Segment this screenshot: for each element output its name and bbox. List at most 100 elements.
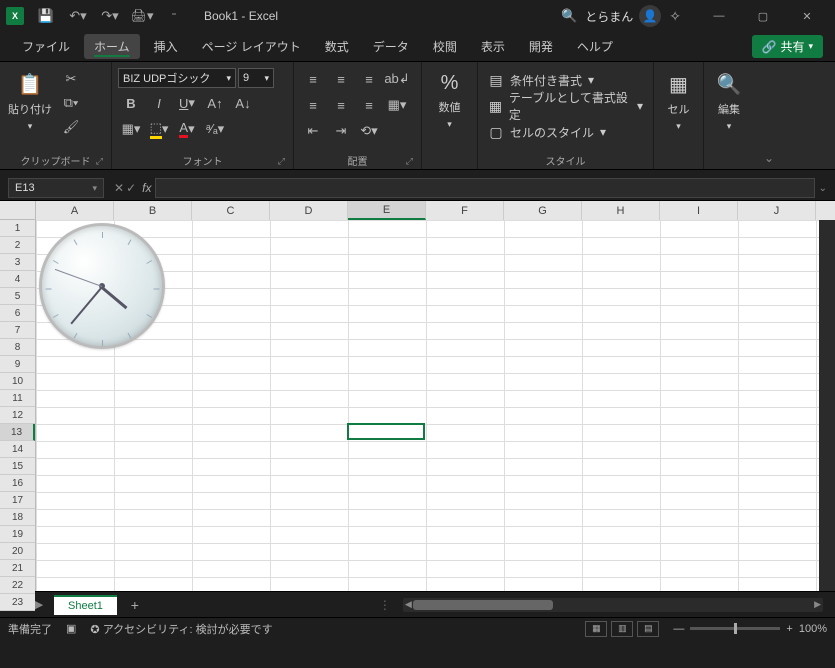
row-header[interactable]: 17 — [0, 492, 35, 509]
align-bottom-icon[interactable]: ≡ — [356, 68, 382, 90]
cancel-formula-icon[interactable]: ✕ — [114, 181, 124, 195]
tab-data[interactable]: データ — [363, 34, 419, 59]
expand-formula-icon[interactable]: ⌄ — [819, 183, 827, 194]
page-layout-view-icon[interactable]: ▥ — [611, 621, 633, 637]
col-header[interactable]: D — [270, 201, 348, 220]
horizontal-scrollbar[interactable]: ◀ ▶ — [403, 598, 823, 612]
row-header[interactable]: 11 — [0, 390, 35, 407]
increase-indent-icon[interactable]: ⇥ — [328, 120, 354, 142]
row-header[interactable]: 20 — [0, 543, 35, 560]
maximize-button[interactable]: ▢ — [741, 0, 785, 32]
tab-split-handle[interactable]: ⋮ — [379, 598, 391, 612]
format-painter-icon[interactable]: 🖌 — [58, 116, 84, 138]
row-header[interactable]: 18 — [0, 509, 35, 526]
row-header[interactable]: 7 — [0, 322, 35, 339]
row-header[interactable]: 13 — [0, 424, 35, 441]
enter-formula-icon[interactable]: ✓ — [126, 181, 136, 195]
sheet-tab[interactable]: Sheet1 — [54, 595, 117, 615]
underline-button[interactable]: U▾ — [174, 92, 200, 114]
zoom-slider[interactable] — [690, 627, 780, 630]
tab-help[interactable]: ヘルプ — [567, 34, 623, 59]
fx-icon[interactable]: fx — [142, 181, 151, 195]
merge-center-icon[interactable]: ▦▾ — [384, 94, 410, 116]
cell-styles-button[interactable]: ▢セルのスタイル ▾ — [484, 120, 610, 144]
format-as-table-button[interactable]: ▦テーブルとして書式設定 ▾ — [484, 94, 647, 118]
account-user[interactable]: とらまん 👤 — [585, 5, 661, 27]
row-header[interactable]: 9 — [0, 356, 35, 373]
col-header[interactable]: J — [738, 201, 816, 220]
copy-icon[interactable]: ⧉▾ — [58, 92, 84, 114]
tab-view[interactable]: 表示 — [471, 34, 515, 59]
dialog-launcher-icon[interactable]: ⤢ — [96, 156, 103, 167]
align-left-icon[interactable]: ≡ — [300, 94, 326, 116]
dialog-launcher-icon[interactable]: ⤢ — [406, 156, 413, 167]
decrease-indent-icon[interactable]: ⇤ — [300, 120, 326, 142]
row-header[interactable]: 6 — [0, 305, 35, 322]
new-sheet-button[interactable]: + — [123, 597, 147, 613]
col-header[interactable]: G — [504, 201, 582, 220]
row-header[interactable]: 10 — [0, 373, 35, 390]
wrap-text-icon[interactable]: ab↲ — [384, 68, 410, 90]
zoom-in-button[interactable]: + — [786, 623, 792, 635]
editing-button[interactable]: 🔍 編集 ▾ — [710, 68, 748, 136]
tab-home[interactable]: ホーム — [84, 34, 140, 59]
row-header[interactable]: 19 — [0, 526, 35, 543]
page-break-view-icon[interactable]: ▤ — [637, 621, 659, 637]
qat-more-icon[interactable]: ⁼ — [160, 2, 188, 30]
row-header[interactable]: 8 — [0, 339, 35, 356]
accessibility-status[interactable]: ✪ アクセシビリティ: 検討が必要です — [90, 621, 272, 637]
row-header[interactable]: 14 — [0, 441, 35, 458]
col-header[interactable]: H — [582, 201, 660, 220]
tab-page-layout[interactable]: ページ レイアウト — [192, 34, 311, 59]
row-header[interactable]: 22 — [0, 577, 35, 594]
col-header[interactable]: A — [36, 201, 114, 220]
minimize-button[interactable]: — — [697, 0, 741, 32]
row-header[interactable]: 23 — [0, 594, 35, 611]
align-top-icon[interactable]: ≡ — [300, 68, 326, 90]
undo-icon[interactable]: ↶▾ — [64, 2, 92, 30]
row-header[interactable]: 5 — [0, 288, 35, 305]
tab-insert[interactable]: 挿入 — [144, 34, 188, 59]
paste-button[interactable]: 📋 貼り付け ▾ — [6, 68, 54, 136]
tab-developer[interactable]: 開発 — [519, 34, 563, 59]
row-header[interactable]: 3 — [0, 254, 35, 271]
close-button[interactable]: ✕ — [785, 0, 829, 32]
formula-bar[interactable] — [155, 178, 814, 198]
vertical-scrollbar[interactable] — [819, 220, 835, 591]
tab-review[interactable]: 校閲 — [423, 34, 467, 59]
cells-button[interactable]: ▦ セル ▾ — [660, 68, 697, 136]
macro-record-icon[interactable]: ▣ — [66, 622, 76, 635]
zoom-out-button[interactable]: — — [673, 623, 684, 635]
align-center-icon[interactable]: ≡ — [328, 94, 354, 116]
phonetic-icon[interactable]: ᵃ⁄ₐ▾ — [202, 118, 228, 140]
font-name-combo[interactable]: BIZ UDPゴシック▾ — [118, 68, 236, 88]
align-middle-icon[interactable]: ≡ — [328, 68, 354, 90]
select-all-corner[interactable] — [0, 201, 36, 220]
borders-icon[interactable]: ▦▾ — [118, 118, 144, 140]
cut-icon[interactable]: ✂ — [58, 68, 84, 90]
clock-activex-control[interactable] — [39, 223, 165, 349]
zoom-level[interactable]: 100% — [799, 623, 827, 635]
row-header[interactable]: 16 — [0, 475, 35, 492]
align-right-icon[interactable]: ≡ — [356, 94, 382, 116]
row-header[interactable]: 4 — [0, 271, 35, 288]
font-color-icon[interactable]: A▾ — [174, 118, 200, 140]
row-header[interactable]: 1 — [0, 220, 35, 237]
name-box[interactable]: E13▾ — [8, 178, 104, 198]
increase-font-icon[interactable]: A↑ — [202, 92, 228, 114]
orientation-icon[interactable]: ⟲▾ — [356, 120, 382, 142]
share-button[interactable]: 🔗 共有 ▾ — [752, 35, 824, 58]
save-icon[interactable]: 💾 — [32, 2, 60, 30]
tab-formulas[interactable]: 数式 — [315, 34, 359, 59]
col-header[interactable]: C — [192, 201, 270, 220]
col-header[interactable]: F — [426, 201, 504, 220]
search-icon[interactable]: 🔍 — [561, 8, 577, 24]
fill-color-icon[interactable]: ⬚▾ — [146, 118, 172, 140]
row-header[interactable]: 21 — [0, 560, 35, 577]
row-header[interactable]: 12 — [0, 407, 35, 424]
bold-button[interactable]: B — [118, 92, 144, 114]
col-header[interactable]: E — [348, 201, 426, 220]
worksheet-area[interactable]: 1 2 3 4 5 6 7 8 9 10 11 12 13 14 15 16 1… — [0, 220, 835, 591]
tab-file[interactable]: ファイル — [12, 34, 80, 59]
col-header[interactable]: I — [660, 201, 738, 220]
